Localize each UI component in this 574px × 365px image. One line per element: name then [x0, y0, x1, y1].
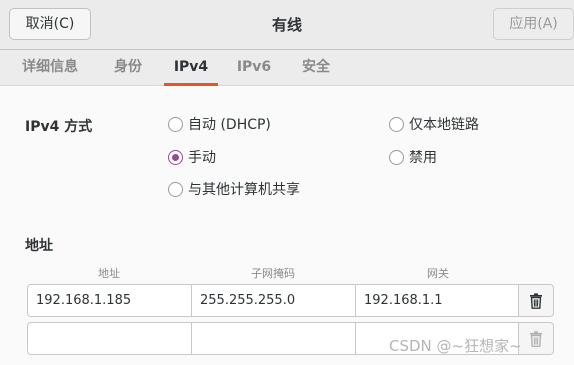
active-tab-indicator	[164, 83, 218, 86]
delete-row-button[interactable]	[518, 322, 554, 355]
header-bar: 有线 取消(C) 应用(A)	[0, 0, 574, 50]
tab-identity[interactable]: 身份	[104, 50, 152, 86]
gateway-field[interactable]: 192.168.1.1	[355, 284, 519, 317]
radio-manual[interactable]: 手动	[168, 146, 216, 168]
radio-circle	[168, 116, 183, 132]
tab-label: 身份	[114, 59, 142, 75]
radio-circle	[168, 181, 183, 197]
cancel-button[interactable]: 取消(C)	[9, 8, 91, 40]
ipv4-settings-panel: IPv4 方式 自动 (DHCP) 仅本地链路 手动 禁用 与其他计算机共享 地…	[0, 87, 574, 365]
tab-ipv6[interactable]: IPv6	[228, 50, 280, 86]
address-field[interactable]: 192.168.1.185	[27, 284, 192, 317]
tab-label: IPv4	[173, 59, 209, 75]
radio-label: 手动	[188, 150, 216, 166]
column-header-netmask: 子网掩码	[251, 267, 295, 280]
tab-details[interactable]: 详细信息	[14, 50, 86, 86]
radio-shared[interactable]: 与其他计算机共享	[168, 178, 300, 200]
radio-disabled[interactable]: 禁用	[389, 146, 437, 168]
radio-circle	[389, 116, 404, 132]
radio-label: 禁用	[409, 150, 437, 166]
tab-security[interactable]: 安全	[292, 50, 340, 86]
column-header-address: 地址	[98, 267, 120, 280]
apply-button[interactable]: 应用(A)	[493, 8, 574, 40]
netmask-field[interactable]	[191, 322, 356, 355]
ipv4-method-label: IPv4 方式	[25, 119, 93, 135]
trash-icon	[530, 330, 542, 347]
address-section-label: 地址	[25, 238, 53, 254]
address-field[interactable]	[27, 322, 192, 355]
netmask-field[interactable]: 255.255.255.0	[191, 284, 356, 317]
radio-circle	[389, 149, 404, 165]
radio-auto-dhcp[interactable]: 自动 (DHCP)	[168, 113, 271, 135]
tab-label: IPv6	[236, 59, 272, 75]
watermark: CSDN @~狂想家~	[389, 337, 522, 355]
radio-label: 与其他计算机共享	[188, 182, 300, 198]
tab-ipv4[interactable]: IPv4	[164, 50, 218, 86]
tab-label: 详细信息	[22, 59, 78, 75]
tab-bar: 详细信息 身份 IPv4 IPv6 安全	[0, 50, 574, 86]
trash-icon	[530, 292, 542, 309]
radio-circle	[168, 149, 183, 165]
radio-label: 自动 (DHCP)	[188, 117, 271, 133]
column-header-gateway: 网关	[427, 267, 449, 280]
radio-link-local[interactable]: 仅本地链路	[389, 113, 479, 135]
radio-label: 仅本地链路	[409, 117, 479, 133]
delete-row-button[interactable]	[518, 284, 554, 317]
tab-label: 安全	[302, 59, 330, 75]
